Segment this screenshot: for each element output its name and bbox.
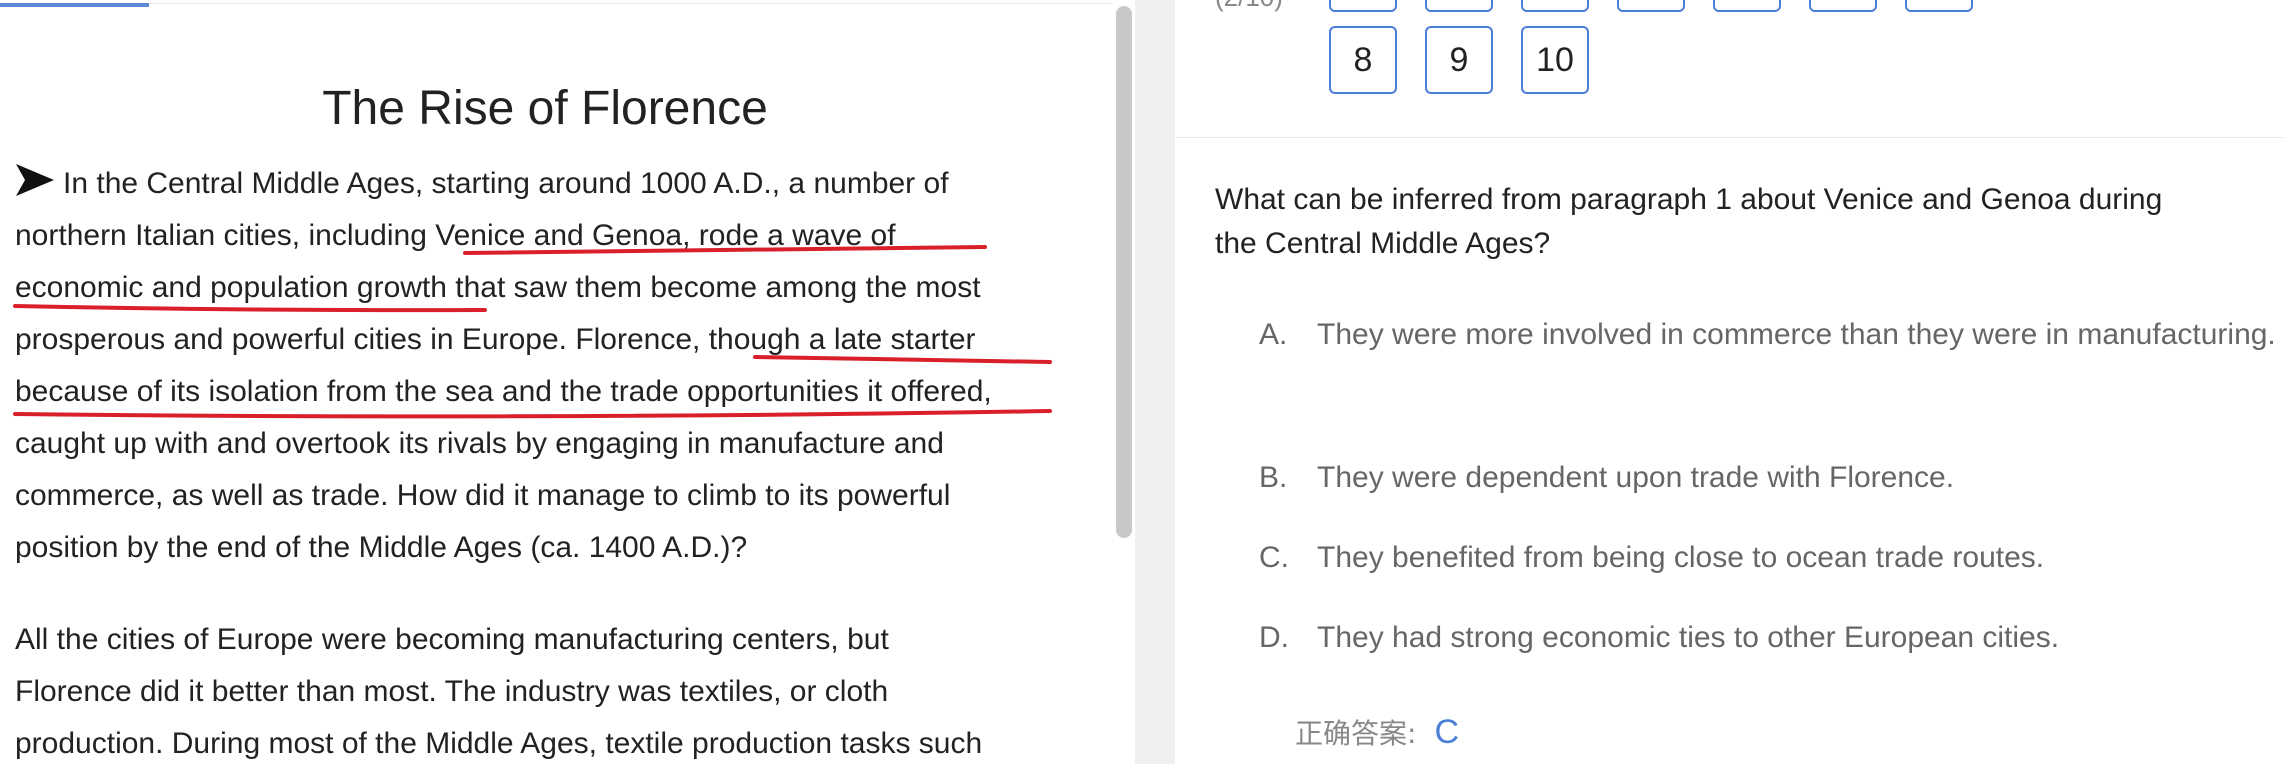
question-line: What can be inferred from paragraph 1 ab… <box>1215 183 2163 216</box>
paragraph-line: economic and population growth that saw … <box>15 271 981 304</box>
paragraph-arrow-icon <box>15 163 55 197</box>
question-nav-button[interactable] <box>1905 0 1973 12</box>
paragraph-line: In the Central Middle Ages, starting aro… <box>15 158 1055 210</box>
correct-answer: 正确答案: C <box>1295 712 1459 752</box>
option-letter: D. <box>1259 621 1289 654</box>
paragraph-line: position by the end of the Middle Ages (… <box>15 531 748 564</box>
paragraph-line: commerce, as well as trade. How did it m… <box>15 479 951 512</box>
passage-title: The Rise of Florence <box>322 82 768 135</box>
question-counter: (2/10) <box>1215 0 1283 12</box>
paragraph-line: northern Italian cities, including Venic… <box>15 219 896 252</box>
question-nav-button[interactable] <box>1521 0 1589 12</box>
paragraph-line: because of its isolation from the sea an… <box>15 375 992 408</box>
question-nav-button[interactable] <box>1713 0 1781 12</box>
option-letter: A. <box>1259 318 1288 351</box>
paragraph-1: In the Central Middle Ages, starting aro… <box>15 158 1055 574</box>
question-nav-button[interactable] <box>1617 0 1685 12</box>
question-nav-button[interactable] <box>1425 0 1493 12</box>
option-text: They were dependent upon trade with Flor… <box>1317 461 1955 494</box>
paragraph-line: All the cities of Europe were becoming m… <box>15 623 889 656</box>
question-nav-button[interactable] <box>1329 0 1397 12</box>
paragraph-line: production. During most of the Middle Ag… <box>15 727 983 760</box>
option-letter: B. <box>1259 461 1288 494</box>
paragraph-line: caught up with and overtook its rivals b… <box>15 427 944 460</box>
option-a[interactable]: A. They were more involved in commerce t… <box>1259 303 2284 367</box>
paragraph-2: All the cities of Europe were becoming m… <box>15 614 1055 764</box>
pane-divider[interactable] <box>1135 0 1175 764</box>
question-nav-button-10[interactable]: 10 <box>1521 26 1589 94</box>
progress-track <box>0 3 1112 7</box>
line-text: In the Central Middle Ages, starting aro… <box>63 167 949 200</box>
option-text: They had strong economic ties to other E… <box>1317 621 2060 654</box>
question-pane: (2/10) 8 9 10 What can be inferred from … <box>1175 0 2284 764</box>
scrollbar-thumb[interactable] <box>1116 6 1132 538</box>
option-text: They benefited from being close to ocean… <box>1317 541 2045 574</box>
correct-answer-label: 正确答案: <box>1295 717 1417 750</box>
correct-answer-value: C <box>1434 713 1459 751</box>
option-d[interactable]: D. They had strong economic ties to othe… <box>1259 606 2284 670</box>
option-letter: C. <box>1259 541 1289 574</box>
question-line: the Central Middle Ages? <box>1215 227 1551 260</box>
paragraph-line: prosperous and powerful cities in Europe… <box>15 323 976 356</box>
option-c[interactable]: C. They benefited from being close to oc… <box>1259 526 2284 590</box>
question-prompt: What can be inferred from paragraph 1 ab… <box>1215 178 2275 266</box>
option-b[interactable]: B. They were dependent upon trade with F… <box>1259 446 2284 510</box>
question-nav-button-8[interactable]: 8 <box>1329 26 1397 94</box>
question-nav-button-9[interactable]: 9 <box>1425 26 1493 94</box>
paragraph-line: Florence did it better than most. The in… <box>15 675 889 708</box>
option-text: They were more involved in commerce than… <box>1317 318 2276 351</box>
question-nav-button[interactable] <box>1809 0 1877 12</box>
divider <box>1175 137 2284 138</box>
passage-pane: The Rise of Florence In the Central Midd… <box>0 0 1135 764</box>
progress-indicator <box>0 3 149 7</box>
